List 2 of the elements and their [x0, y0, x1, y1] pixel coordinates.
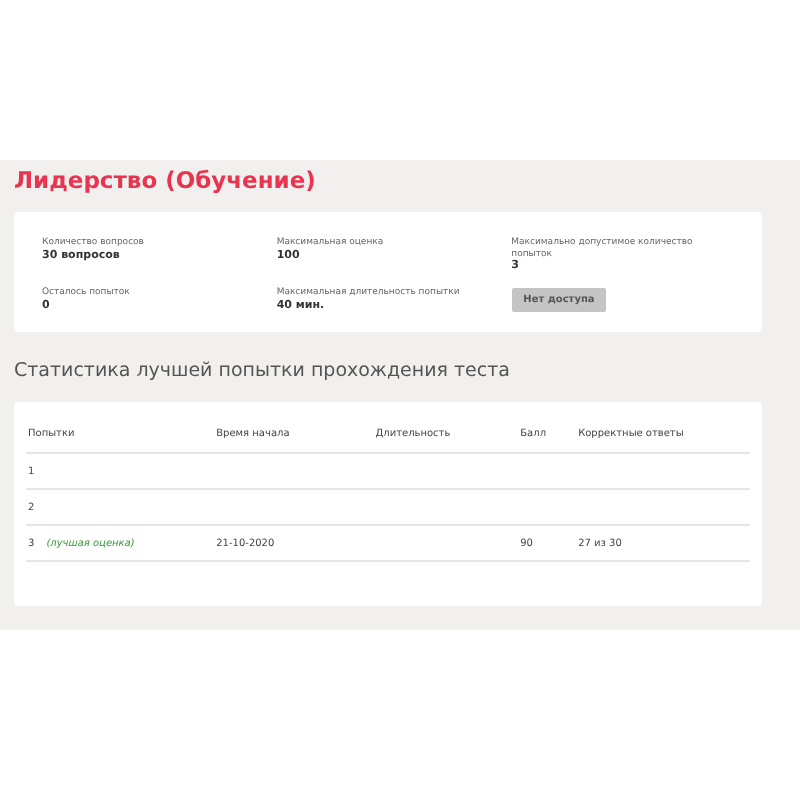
section-title: Статистика лучшей попытки прохождения теста: [14, 358, 512, 387]
page-title: Лидерство (Обучение): [14, 164, 318, 198]
